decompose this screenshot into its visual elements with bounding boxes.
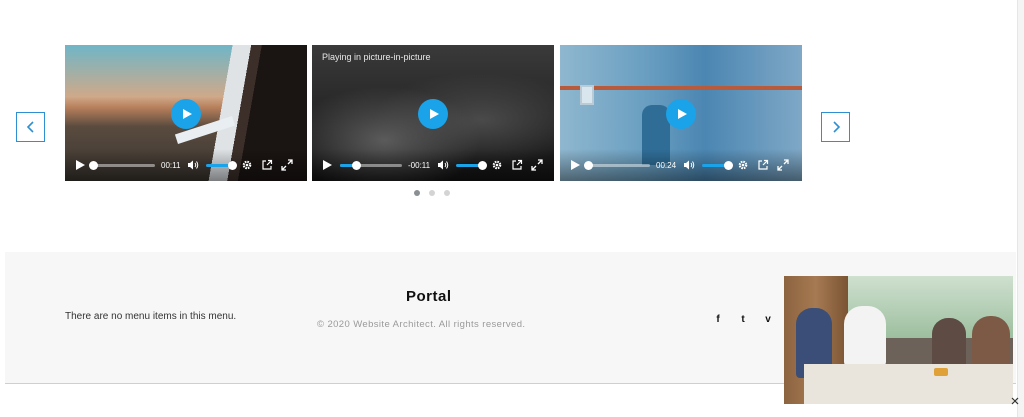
twitter-icon[interactable]: t [737,313,749,325]
video-controls: 00:11 [65,149,307,181]
play-icon [571,160,580,170]
external-link-icon [512,159,523,170]
seek-bar[interactable] [340,160,402,170]
chevron-right-icon [832,121,840,133]
volume-icon [188,160,199,170]
big-play-button[interactable] [171,99,201,129]
mute-button[interactable] [682,158,696,172]
footer-copyright: © 2020 Website Architect. All rights res… [317,319,526,330]
big-play-button[interactable] [418,99,448,129]
chevron-left-icon [26,121,34,133]
play-button[interactable] [73,158,87,172]
play-button[interactable] [320,158,334,172]
pip-status-text: Playing in picture-in-picture [322,52,431,62]
pip-button[interactable] [756,158,770,172]
play-icon [678,109,687,119]
big-play-button[interactable] [666,99,696,129]
pip-close-button[interactable] [1010,396,1020,406]
pagination-dot[interactable] [414,190,420,196]
video-player-1[interactable]: 00:11 [65,45,307,181]
video-player-3[interactable]: 00:24 [560,45,802,181]
volume-icon [684,160,695,170]
page-scrollbar[interactable] [1017,0,1024,417]
footer-menu-empty-text: There are no menu items in this menu. [65,311,237,322]
video-controls: 00:24 [560,149,802,181]
play-icon [430,109,439,119]
vimeo-icon[interactable]: v [762,313,774,325]
page: 00:11 Playing in picture-in-picture -00:… [0,0,1024,417]
gear-icon [738,160,748,170]
volume-slider[interactable] [456,160,488,170]
gear-icon [243,160,252,170]
mute-button[interactable] [436,158,450,172]
play-icon [323,160,332,170]
external-link-icon [262,159,273,170]
gear-icon [492,160,502,170]
expand-icon [777,159,789,171]
time-display: -00:11 [408,160,431,170]
fullscreen-button[interactable] [280,158,294,172]
settings-button[interactable] [490,158,504,172]
play-button[interactable] [568,158,582,172]
expand-icon [531,159,543,171]
carousel-prev-button[interactable] [16,112,45,142]
picture-in-picture-window[interactable] [784,276,1013,404]
expand-icon [281,159,294,171]
video-player-2[interactable]: Playing in picture-in-picture -00:11 [312,45,554,181]
seek-bar[interactable] [89,160,155,170]
carousel-pagination [414,190,450,196]
carousel-next-button[interactable] [821,112,850,142]
video-controls: -00:11 [312,149,554,181]
pagination-dot[interactable] [444,190,450,196]
volume-slider[interactable] [702,160,734,170]
pip-button[interactable] [510,158,524,172]
external-link-icon [758,159,769,170]
mute-button[interactable] [186,158,200,172]
play-icon [76,160,85,170]
fullscreen-button[interactable] [776,158,790,172]
pip-button[interactable] [260,158,274,172]
seek-bar[interactable] [584,160,650,170]
settings-button[interactable] [240,158,254,172]
volume-slider[interactable] [206,160,238,170]
close-icon [1011,397,1019,405]
settings-button[interactable] [736,158,750,172]
pagination-dot[interactable] [429,190,435,196]
volume-icon [438,160,449,170]
fullscreen-button[interactable] [530,158,544,172]
time-display: 00:24 [656,160,677,170]
play-icon [183,109,192,119]
footer-site-title: Portal [406,288,452,305]
facebook-icon[interactable]: f [712,313,724,325]
time-display: 00:11 [161,160,181,170]
